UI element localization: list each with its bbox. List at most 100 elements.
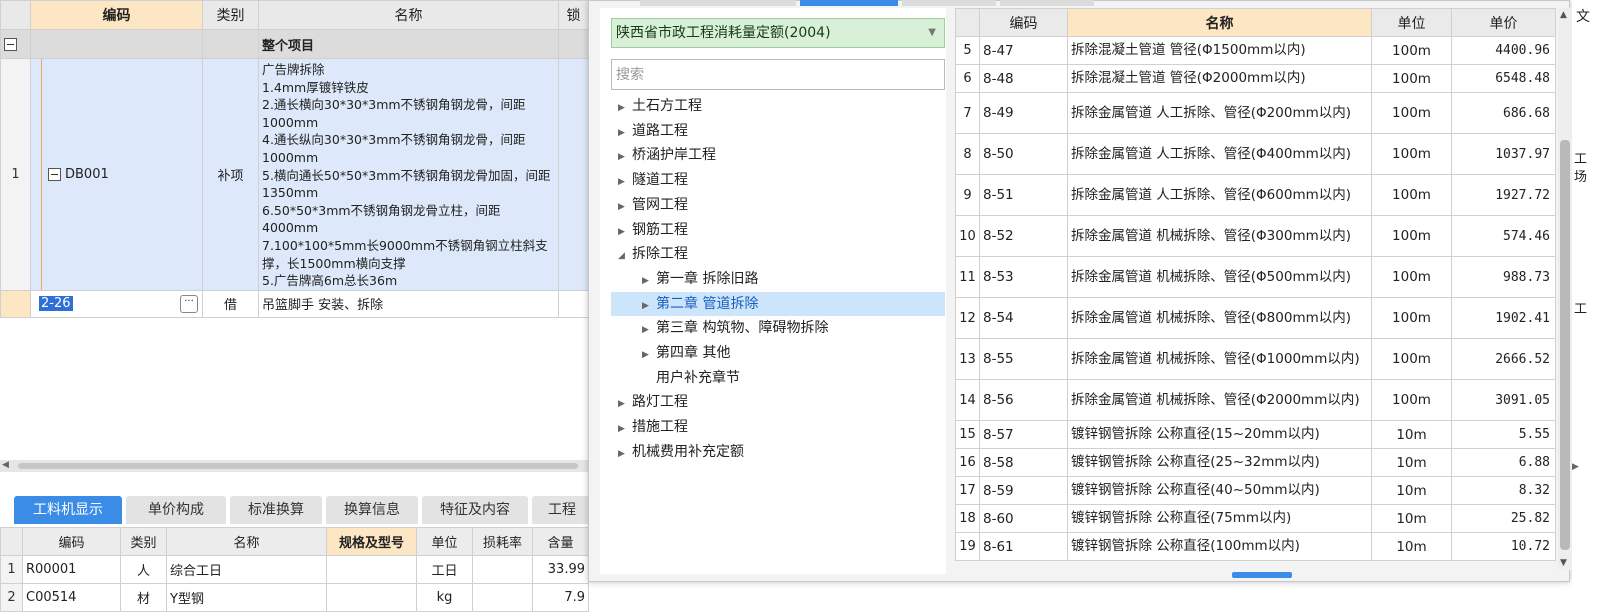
dialog-tab[interactable] <box>1000 0 1094 6</box>
table-row[interactable]: 13 8-55 拆除金属管道 机械拆除、管径(Φ1000mm以内) 100m 2666.… <box>955 338 1556 380</box>
header-spec[interactable]: 规格及型号 <box>326 527 417 556</box>
table-row-editing[interactable]: 2-26 ··· 借 吊篮脚手 安装、拆除 <box>0 289 589 318</box>
table-row[interactable]: 2 C00514 材 Y型钢 kg 7.9 <box>0 583 589 612</box>
tree-item[interactable]: ▶ 道路工程 <box>618 119 688 143</box>
tree-item[interactable]: ▶ 隧道工程 <box>618 168 688 192</box>
header-name[interactable]: 名称 <box>258 0 559 30</box>
header-type[interactable]: 类别 <box>202 0 259 30</box>
header-code[interactable]: 编码 <box>22 527 121 556</box>
header-name[interactable]: 名称 <box>1067 8 1372 37</box>
collapsed-arrow-icon[interactable]: ▶ <box>642 343 656 367</box>
collapsed-arrow-icon[interactable]: ▶ <box>618 170 632 194</box>
tab-material-display[interactable]: 工料机显示 <box>14 496 122 524</box>
tab-work[interactable]: 工程 <box>532 496 592 524</box>
scroll-down-icon[interactable]: ▼ <box>1560 558 1567 568</box>
tree-item[interactable]: ▶ 路灯工程 <box>618 390 688 414</box>
collapsed-arrow-icon[interactable]: ▶ <box>618 442 632 466</box>
collapsed-arrow-icon[interactable]: ▶ <box>618 121 632 145</box>
header-code[interactable]: 编码 <box>979 8 1068 37</box>
expanded-arrow-icon[interactable]: ◢ <box>618 244 632 268</box>
scroll-left-icon[interactable]: ◀ <box>2 460 9 470</box>
library-select[interactable]: 陕西省市政工程消耗量定额(2004) ▼ <box>611 18 945 48</box>
header-lock[interactable]: 锁 <box>558 0 589 30</box>
group-row[interactable]: 整个项目 <box>0 29 589 59</box>
table-row[interactable]: 18 8-60 镀锌钢管拆除 公称直径(75mm以内) 10m 25.82 <box>955 504 1556 533</box>
table-row[interactable]: 11 8-53 拆除金属管道 机械拆除、管径(Φ500mm以内) 100m 988.73 <box>955 256 1556 298</box>
collapsed-arrow-icon[interactable]: ▶ <box>618 145 632 169</box>
tree-item[interactable]: ▶ 第一章 拆除旧路 <box>642 267 758 291</box>
cell-price: 8.32 <box>1451 476 1556 505</box>
tab-conversion-info[interactable]: 换算信息 <box>326 496 418 524</box>
collapsed-arrow-icon[interactable]: ▶ <box>642 269 656 293</box>
table-row[interactable]: 15 8-57 镀锌钢管拆除 公称直径(15~20mm以内) 10m 5.55 <box>955 420 1556 449</box>
header-name[interactable]: 名称 <box>166 527 327 556</box>
scroll-thumb[interactable] <box>18 463 578 469</box>
table-row[interactable]: 5 8-47 拆除混凝土管道 管径(Φ1500mm以内) 100m 4400.96 <box>955 36 1556 65</box>
tree-item[interactable]: ▶ 机械费用补充定额 <box>618 440 744 464</box>
header-price[interactable]: 单价 <box>1451 8 1556 37</box>
table-row[interactable]: 19 8-61 镀锌钢管拆除 公称直径(100mm以内) 10m 10.72 <box>955 532 1556 561</box>
table-row[interactable]: 1 R00001 人 综合工日 工日 33.99 <box>0 555 589 584</box>
cell-unit: 10m <box>1371 476 1452 505</box>
group-name: 整个项目 <box>258 29 559 59</box>
table-row[interactable]: 17 8-59 镀锌钢管拆除 公称直径(40~50mm以内) 10m 8.32 <box>955 476 1556 505</box>
search-input[interactable] <box>611 59 945 90</box>
dialog-tab[interactable] <box>640 0 796 6</box>
header-qty[interactable]: 含量 <box>532 527 589 556</box>
underlying-window-edge: 文 工 场 工 ▶ <box>1572 0 1602 597</box>
tree-item[interactable]: ◢ 拆除工程 <box>618 242 688 266</box>
tab-unit-price[interactable]: 单价构成 <box>126 496 226 524</box>
table-row[interactable]: 10 8-52 拆除金属管道 机械拆除、管径(Φ300mm以内) 100m 574.46 <box>955 215 1556 257</box>
header-loss[interactable]: 损耗率 <box>472 527 533 556</box>
cell-price: 5.55 <box>1451 420 1556 449</box>
table-row[interactable]: 7 8-49 拆除金属管道 人工拆除、管径(Φ200mm以内) 100m 686.68 <box>955 92 1556 134</box>
header-type[interactable]: 类别 <box>120 527 167 556</box>
tree-item[interactable]: ▶ 桥涵护岸工程 <box>618 143 716 167</box>
tree-item[interactable]: ▶ 第二章 管道拆除 <box>611 291 945 318</box>
scroll-up-icon[interactable]: ▲ <box>1560 10 1567 20</box>
more-options-icon[interactable]: ··· <box>180 294 198 313</box>
table-row[interactable]: 12 8-54 拆除金属管道 机械拆除、管径(Φ800mm以内) 100m 1902.4… <box>955 297 1556 339</box>
collapsed-arrow-icon[interactable]: ▶ <box>618 195 632 219</box>
tree-item[interactable]: 用户补充章节 <box>642 366 740 390</box>
collapsed-arrow-icon[interactable]: ▶ <box>618 417 632 441</box>
collapse-icon[interactable] <box>4 37 17 51</box>
collapsed-arrow-icon[interactable]: ▶ <box>618 392 632 416</box>
table-row[interactable]: 8 8-50 拆除金属管道 人工拆除、管径(Φ400mm以内) 100m 1037.97 <box>955 133 1556 175</box>
tree-item[interactable]: ▶ 措施工程 <box>618 415 688 439</box>
collapsed-arrow-icon[interactable]: ▶ <box>642 318 656 342</box>
cell-num: 15 <box>955 420 980 449</box>
tree-item[interactable]: ▶ 第三章 构筑物、障碍物拆除 <box>642 316 828 340</box>
dialog-active-tab[interactable] <box>800 0 898 6</box>
cell-unit: 100m <box>1371 338 1452 380</box>
table-row[interactable]: 6 8-48 拆除混凝土管道 管径(Φ2000mm以内) 100m 6548.48 <box>955 64 1556 93</box>
table-row[interactable]: 1 DB001 补项 广告牌拆除 1.4mm厚镀锌铁皮 2.通长横向30*30*… <box>0 58 589 291</box>
header-unit[interactable]: 单位 <box>1371 8 1452 37</box>
tree-item[interactable]: ▶ 管网工程 <box>618 193 688 217</box>
header-code[interactable]: 编码 <box>30 0 203 30</box>
collapsed-arrow-icon[interactable]: ▶ <box>642 294 656 318</box>
item-description[interactable]: 广告牌拆除 1.4mm厚镀锌铁皮 2.通长横向30*30*3mm不锈钢角钢龙骨，… <box>258 58 559 291</box>
tree-item[interactable]: ▶ 钢筋工程 <box>618 218 688 242</box>
cell-price: 4400.96 <box>1451 36 1556 65</box>
tab-standard-conversion[interactable]: 标准换算 <box>230 496 322 524</box>
table-row[interactable]: 16 8-58 镀锌钢管拆除 公称直径(25~32mm以内) 10m 6.88 <box>955 448 1556 477</box>
collapsed-arrow-icon[interactable]: ▶ <box>618 220 632 244</box>
collapsed-arrow-icon[interactable]: ▶ <box>618 96 632 120</box>
dialog-tab[interactable] <box>902 0 996 6</box>
tree-item[interactable]: ▶ 土石方工程 <box>618 94 702 118</box>
scroll-thumb[interactable] <box>1560 140 1570 550</box>
code-edit-field[interactable]: 2-26 <box>39 296 73 312</box>
table-row[interactable]: 14 8-56 拆除金属管道 机械拆除、管径(Φ2000mm以内) 100m 3091.… <box>955 379 1556 421</box>
scroll-right-icon[interactable]: ▶ <box>1572 462 1579 472</box>
tab-features[interactable]: 特征及内容 <box>422 496 528 524</box>
cell-price: 6.88 <box>1451 448 1556 477</box>
splitter-handle[interactable] <box>1232 572 1292 578</box>
collapse-icon[interactable] <box>48 167 61 181</box>
tree-item-label: 管网工程 <box>632 196 688 213</box>
table-row[interactable]: 9 8-51 拆除金属管道 人工拆除、管径(Φ600mm以内) 100m 1927.72 <box>955 174 1556 216</box>
horizontal-scrollbar[interactable]: ◀ <box>0 460 588 472</box>
header-unit[interactable]: 单位 <box>416 527 473 556</box>
tree-item[interactable]: ▶ 第四章 其他 <box>642 341 730 365</box>
cell-unit: 100m <box>1371 64 1452 93</box>
